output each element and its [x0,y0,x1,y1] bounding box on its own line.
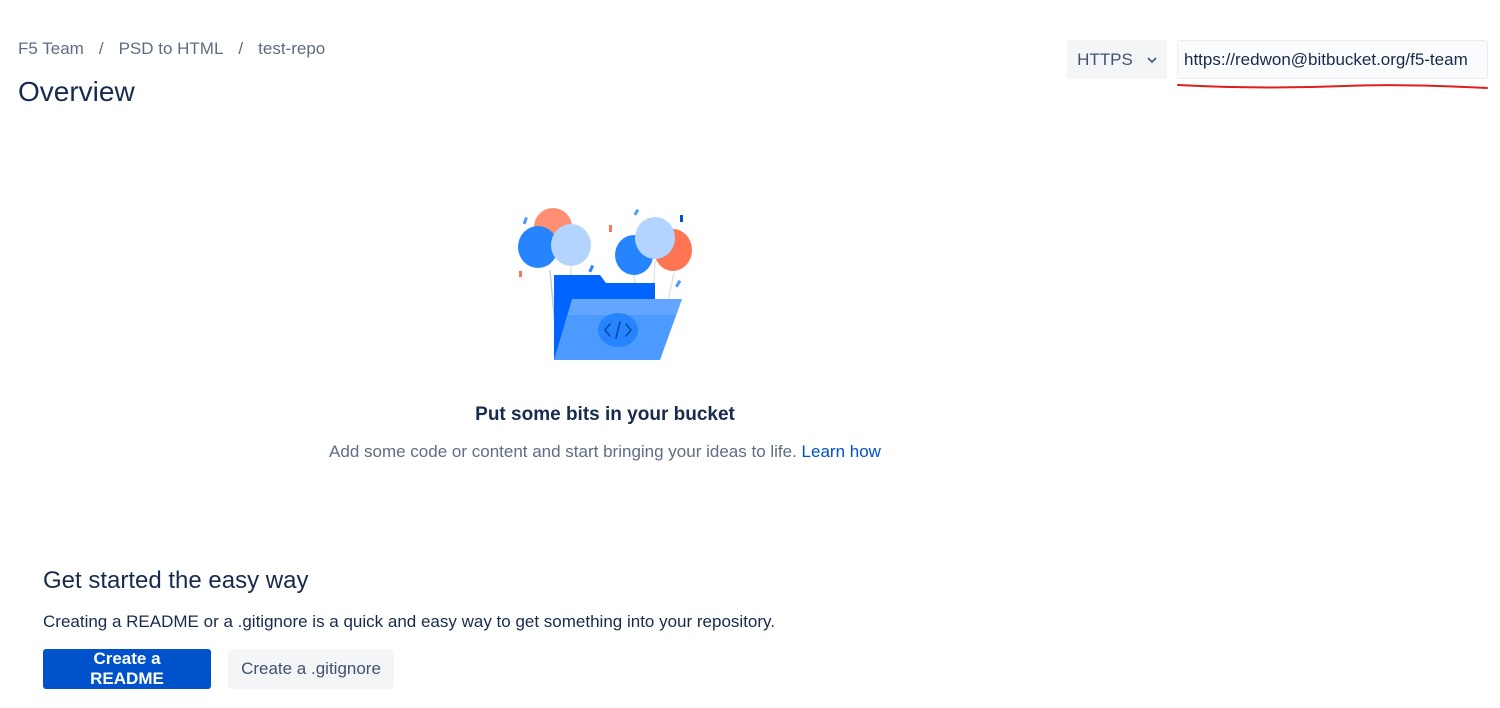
breadcrumb-item-project[interactable]: PSD to HTML [119,39,224,59]
empty-state-text: Add some code or content and start bring… [0,442,1210,462]
clone-protocol-label: HTTPS [1077,49,1133,69]
breadcrumb: F5 Team / PSD to HTML / test-repo [18,39,325,59]
clone-url-input[interactable] [1177,40,1488,79]
breadcrumb-separator: / [98,39,104,58]
breadcrumb-item-workspace[interactable]: F5 Team [18,39,84,59]
breadcrumb-item-repository[interactable]: test-repo [258,39,325,59]
folder-balloons-illustration [518,208,692,361]
create-gitignore-button[interactable]: Create a .gitignore [228,649,394,689]
clone-protocol-select[interactable]: HTTPS [1067,40,1167,79]
create-readme-button[interactable]: Create a README [43,649,211,689]
learn-how-link[interactable]: Learn how [802,442,881,461]
empty-state-description: Add some code or content and start bring… [329,442,802,461]
breadcrumb-separator: / [238,39,244,58]
empty-state-heading: Put some bits in your bucket [475,404,735,425]
page: F5 Team / PSD to HTML / test-repo Overvi… [0,0,1500,708]
annotation-underline [1177,84,1488,89]
get-started-text: Creating a README or a .gitignore is a q… [43,612,775,631]
chevron-down-icon [1147,53,1157,67]
page-title: Overview [18,76,135,107]
get-started-heading: Get started the easy way [43,567,309,594]
